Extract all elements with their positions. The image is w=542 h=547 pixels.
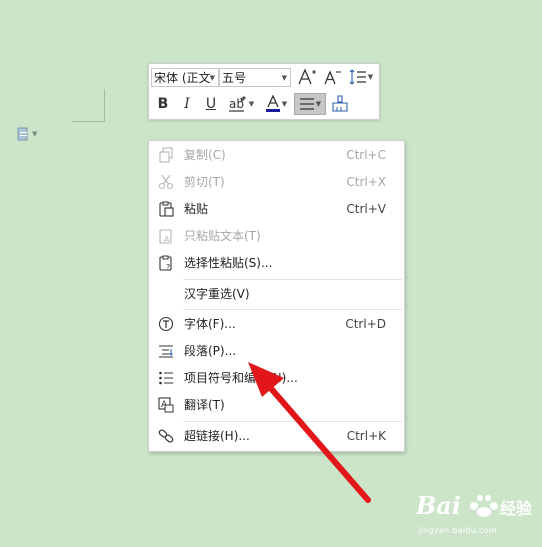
watermark-url: jingyan.baidu.com: [418, 526, 497, 535]
watermark-brand-suffix: 经验: [500, 499, 533, 518]
annotation-arrow: [248, 362, 371, 503]
watermark-brand: Bai: [416, 491, 461, 520]
